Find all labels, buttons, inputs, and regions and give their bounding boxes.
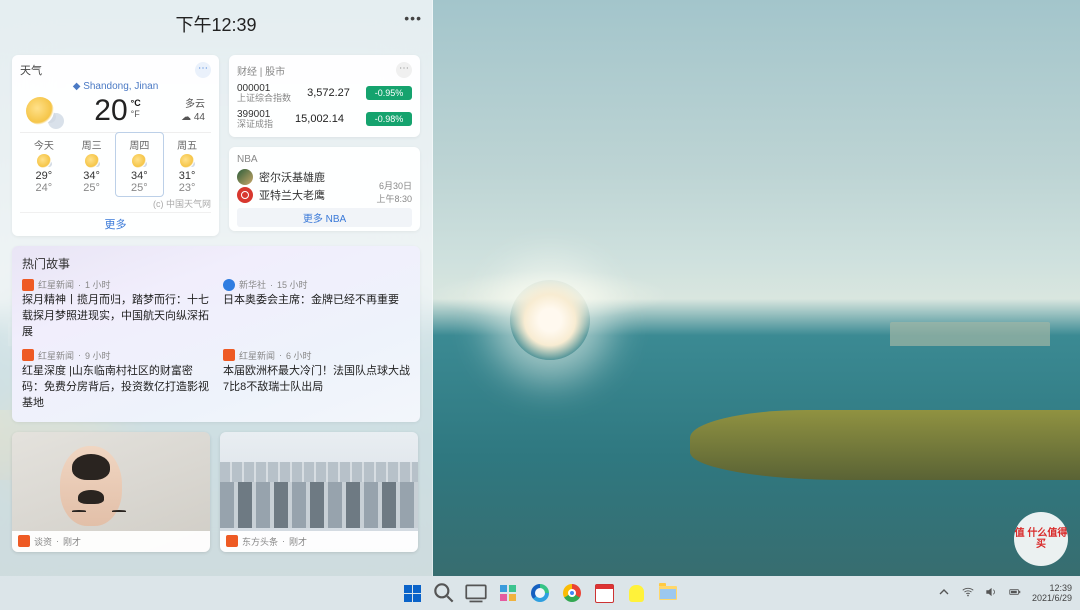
widgets-clock: 下午12:39	[175, 15, 256, 35]
nba-match-time: 6月30日 上午8:30	[376, 179, 412, 205]
forecast-icon	[132, 154, 146, 168]
story-item[interactable]: 红星新闻 · 6 小时本届欧洲杯最大冷门！法国队点球大战7比8不敌瑞士队出局	[223, 349, 410, 412]
stock-row[interactable]: 000001上证综合指数3,572.27-0.95%	[237, 83, 412, 104]
tray-volume-icon[interactable]	[984, 585, 998, 601]
source-logo-icon	[223, 279, 235, 291]
forecast-icon	[85, 154, 99, 168]
wallpaper-mountain	[890, 322, 1050, 346]
taskbar: 12:39 2021/6/29	[0, 576, 1080, 610]
weather-now-icon	[26, 97, 54, 125]
chrome-icon	[563, 584, 581, 602]
source-logo-icon	[223, 349, 235, 361]
team-logo-icon	[237, 169, 253, 185]
weather-source: (c) 中国天气网	[20, 197, 211, 210]
stocks-more-icon[interactable]: ⋯	[396, 62, 412, 78]
ghost-icon	[629, 585, 644, 602]
widgets-button[interactable]	[495, 580, 521, 606]
forecast-day[interactable]: 今天29°24°	[20, 133, 68, 196]
snapchat-button[interactable]	[623, 580, 649, 606]
tray-battery-icon[interactable]	[1007, 585, 1023, 601]
stock-row[interactable]: 399001深证成指15,002.14-0.98%	[237, 109, 412, 130]
watermark: 值 什么值得买	[1014, 512, 1068, 566]
search-button[interactable]	[431, 580, 457, 606]
forecast-icon	[180, 154, 194, 168]
tile-age: 刚才	[63, 535, 81, 548]
nba-title: NBA	[237, 154, 412, 165]
news-tile[interactable]: 东方头条 · 刚才	[220, 432, 418, 552]
chevron-up-icon	[936, 584, 952, 600]
team-logo-icon	[237, 187, 253, 203]
weather-more-link[interactable]: 更多	[20, 212, 211, 233]
widgets-menu-button[interactable]: •••	[404, 10, 422, 26]
source-logo-icon	[22, 279, 34, 291]
windows-logo-icon	[404, 585, 421, 602]
story-item[interactable]: 红星新闻 · 9 小时红星深度 |山东临南村社区的财富密码：免费分房背后，投资数…	[22, 349, 209, 412]
task-view-icon	[463, 580, 489, 606]
folder-icon	[659, 586, 677, 600]
top-stories-card: 热门故事 红星新闻 · 1 小时探月精神丨揽月而归，踏梦而行：十七载探月梦照进现…	[12, 246, 420, 422]
source-logo-icon	[22, 349, 34, 361]
tray-overflow-button[interactable]	[936, 584, 952, 602]
task-view-button[interactable]	[463, 580, 489, 606]
source-logo-icon	[18, 535, 30, 547]
chrome-button[interactable]	[559, 580, 585, 606]
edge-icon	[531, 584, 549, 602]
forecast-day[interactable]: 周四34°25°	[115, 132, 165, 197]
calendar-app-button[interactable]	[591, 580, 617, 606]
forecast-icon	[37, 154, 51, 168]
widgets-header: 下午12:39 •••	[0, 0, 432, 55]
nba-card[interactable]: NBA 密尔沃基雄鹿 亚特兰大老鹰 6月30日 上午8:30	[229, 147, 420, 231]
tray-network-icon[interactable]	[961, 585, 975, 601]
wallpaper-grass	[690, 410, 1080, 480]
widgets-icon	[500, 585, 516, 601]
tray-clock[interactable]: 12:39 2021/6/29	[1032, 583, 1072, 604]
weather-more-icon[interactable]: ⋯	[195, 62, 211, 78]
widgets-panel: 下午12:39 ••• 天气 ⋯ ◆ Shandong, Jinan 20	[0, 0, 433, 576]
stocks-title: 财经 | 股市	[237, 63, 285, 78]
story-item[interactable]: 红星新闻 · 1 小时探月精神丨揽月而归，踏梦而行：十七载探月梦照进现实，中国航…	[22, 278, 209, 341]
weather-card[interactable]: 天气 ⋯ ◆ Shandong, Jinan 20 °C°F 多云 ☁ 44	[12, 55, 219, 236]
story-item[interactable]: 新华社 · 15 小时日本奥委会主席：金牌已经不再重要	[223, 278, 410, 341]
search-icon	[431, 580, 457, 606]
stocks-card[interactable]: 财经 | 股市 ⋯ 000001上证综合指数3,572.27-0.95% 3990…	[229, 55, 420, 137]
weather-location: ◆ Shandong, Jinan	[20, 81, 211, 92]
top-stories-title: 热门故事	[22, 255, 410, 272]
forecast-day[interactable]: 周五31°23°	[163, 133, 211, 196]
nba-more-link[interactable]: 更多 NBA	[237, 208, 412, 227]
weather-condition: 多云 ☁ 44	[181, 98, 205, 124]
forecast-day[interactable]: 周三34°25°	[68, 133, 116, 196]
tile-source: 谈资	[34, 535, 52, 548]
weather-temperature: 20 °C°F	[94, 94, 140, 128]
calendar-icon	[595, 584, 614, 603]
start-button[interactable]	[399, 580, 425, 606]
wallpaper-sun	[510, 280, 590, 360]
desktop: 下午12:39 ••• 天气 ⋯ ◆ Shandong, Jinan 20	[0, 0, 1080, 610]
tile-source: 东方头条	[242, 535, 278, 548]
tile-age: 刚才	[289, 535, 307, 548]
explorer-button[interactable]	[655, 580, 681, 606]
edge-button[interactable]	[527, 580, 553, 606]
source-logo-icon	[226, 535, 238, 547]
news-tile[interactable]: 谈资 · 刚才	[12, 432, 210, 552]
weather-title: 天气	[20, 65, 42, 77]
